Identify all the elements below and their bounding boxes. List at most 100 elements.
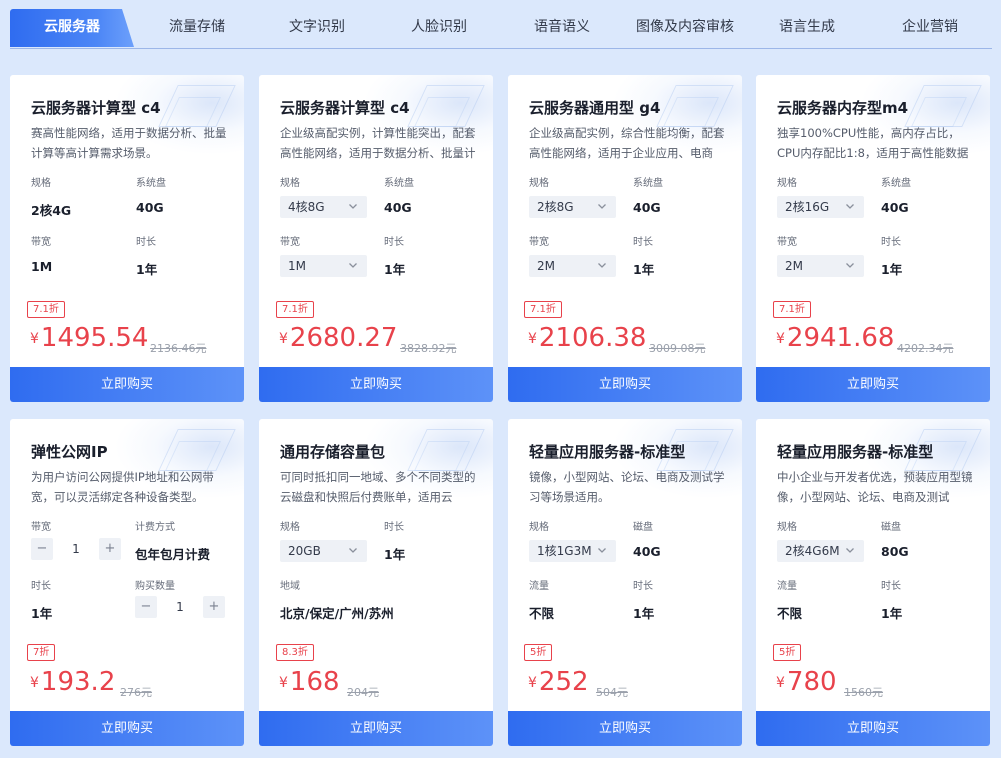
bandwidth-select-value: 1M xyxy=(288,259,306,273)
currency-symbol: ¥ xyxy=(528,331,537,347)
disk-value: 40G xyxy=(633,544,661,559)
tab-language-generation[interactable]: 语言生成 xyxy=(746,9,868,47)
buy-now-button[interactable]: 立即购买 xyxy=(259,711,493,746)
bandwidth-stepper: − 1 + xyxy=(31,538,121,560)
bandwidth-select-value: 2M xyxy=(785,259,803,273)
spec-select-value: 4核8G xyxy=(288,200,325,214)
card-description: 为用户访问公网提供IP地址和公网带宽，可以灵活绑定各种设备类型。 xyxy=(31,470,214,504)
buy-now-button[interactable]: 立即购买 xyxy=(756,367,990,402)
quantity-stepper-value[interactable]: 1 xyxy=(157,596,203,618)
tab-image-content-audit[interactable]: 图像及内容审核 xyxy=(620,9,750,47)
product-card-lightweight-1c1g3m: 轻量应用服务器-标准型 镜像，小型网站、论坛、电商及测试学习等场景适用。 规格 … xyxy=(508,419,742,746)
duration-value: 1年 xyxy=(881,262,903,277)
currency-symbol: ¥ xyxy=(776,331,785,347)
buy-now-button[interactable]: 立即购买 xyxy=(10,711,244,746)
duration-value: 1年 xyxy=(384,547,406,562)
discount-badge: 8.3折 xyxy=(276,644,314,661)
chevron-down-icon xyxy=(598,548,606,553)
tab-cloud-server[interactable]: 云服务器 xyxy=(10,9,134,47)
card-description: 企业级高配实例，计算性能突出，配套高性能网络，适用于数据分析、批量计算 xyxy=(280,126,476,160)
duration-label: 时长 xyxy=(384,522,404,533)
bandwidth-select[interactable]: 2M xyxy=(529,255,616,277)
spec-select-value: 2核8G xyxy=(537,200,574,214)
original-price: 3828.92元 xyxy=(400,342,457,355)
price: ¥2680.27 xyxy=(279,323,397,353)
bandwidth-select[interactable]: 1M xyxy=(280,255,367,277)
price-amount: 168 xyxy=(289,667,340,697)
quantity-stepper: − 1 + xyxy=(135,596,225,618)
card-title: 云服务器通用型 g4 xyxy=(529,99,661,117)
spec-select[interactable]: 2核16G xyxy=(777,196,864,218)
tab-face-recognition[interactable]: 人脸识别 xyxy=(378,9,500,47)
spec-select[interactable]: 4核8G xyxy=(280,196,367,218)
bandwidth-label: 带宽 xyxy=(777,237,797,248)
discount-badge: 7.1折 xyxy=(773,301,811,318)
buy-now-button[interactable]: 立即购买 xyxy=(508,367,742,402)
bandwidth-select-value: 2M xyxy=(537,259,555,273)
tab-speech-semantics[interactable]: 语音语义 xyxy=(501,9,623,47)
spec-label: 规格 xyxy=(529,178,549,189)
discount-badge: 7折 xyxy=(27,644,56,661)
original-price: 2136.46元 xyxy=(150,342,207,355)
currency-symbol: ¥ xyxy=(30,675,39,691)
currency-symbol: ¥ xyxy=(776,675,785,691)
traffic-value: 不限 xyxy=(529,606,555,621)
product-card-m4-2c16g: 云服务器内存型m4 独享100%CPU性能，高内存占比，CPU内存配比1:8，适… xyxy=(756,75,990,402)
spec-select-value: 1核1G3M xyxy=(537,544,592,558)
tab-text-recognition[interactable]: 文字识别 xyxy=(256,9,378,47)
duration-value: 1年 xyxy=(633,606,655,621)
bandwidth-decrement-button[interactable]: − xyxy=(31,538,53,560)
spec-label: 规格 xyxy=(31,178,51,189)
quantity-decrement-button[interactable]: − xyxy=(135,596,157,618)
discount-badge: 5折 xyxy=(773,644,802,661)
spec-select-value: 2核16G xyxy=(785,200,830,214)
spec-select[interactable]: 1核1G3M xyxy=(529,540,616,562)
price: ¥1495.54 xyxy=(30,323,148,353)
price-amount: 2680.27 xyxy=(289,323,398,353)
traffic-value: 不限 xyxy=(777,606,803,621)
region-value: 北京/保定/广州/苏州 xyxy=(280,606,394,621)
card-description: 独享100%CPU性能，高内存占比，CPU内存配比1:8，适用于高性能数据库 xyxy=(777,126,969,160)
tab-traffic-storage[interactable]: 流量存储 xyxy=(136,9,258,47)
bandwidth-increment-button[interactable]: + xyxy=(99,538,121,560)
system-disk-label: 系统盘 xyxy=(136,178,166,189)
spec-select-value: 20GB xyxy=(288,544,321,558)
card-title: 云服务器计算型 c4 xyxy=(31,99,161,117)
spec-label: 规格 xyxy=(529,522,549,533)
chevron-down-icon xyxy=(846,204,854,209)
bandwidth-select[interactable]: 2M xyxy=(777,255,864,277)
system-disk-value: 40G xyxy=(881,200,909,215)
spec-select[interactable]: 2核4G6M xyxy=(777,540,864,562)
spec-select[interactable]: 20GB xyxy=(280,540,367,562)
buy-now-button[interactable]: 立即购买 xyxy=(259,367,493,402)
spec-value: 2核4G xyxy=(31,203,72,218)
duration-label: 时长 xyxy=(633,581,653,592)
buy-now-button[interactable]: 立即购买 xyxy=(10,367,244,402)
original-price: 204元 xyxy=(347,686,379,699)
bandwidth-stepper-value[interactable]: 1 xyxy=(53,538,99,560)
discount-badge: 7.1折 xyxy=(276,301,314,318)
discount-badge: 7.1折 xyxy=(27,301,65,318)
discount-badge: 5折 xyxy=(524,644,553,661)
price: ¥252 xyxy=(528,667,589,697)
quantity-increment-button[interactable]: + xyxy=(203,596,225,618)
spec-label: 规格 xyxy=(280,178,300,189)
duration-value: 1年 xyxy=(136,262,158,277)
price-amount: 2941.68 xyxy=(786,323,895,353)
system-disk-label: 系统盘 xyxy=(384,178,414,189)
card-title: 云服务器内存型m4 xyxy=(777,99,909,117)
product-card-elastic-ip: 弹性公网IP 为用户访问公网提供IP地址和公网带宽，可以灵活绑定各种设备类型。 … xyxy=(10,419,244,746)
buy-now-button[interactable]: 立即购买 xyxy=(508,711,742,746)
spec-select[interactable]: 2核8G xyxy=(529,196,616,218)
product-card-storage-package: 通用存储容量包 可同时抵扣同一地域、多个不同类型的云磁盘和快照后付费账单，适用云… xyxy=(259,419,493,746)
card-description: 中小企业与开发者优选，预装应用型镜像，小型网站、论坛、电商及测试 xyxy=(777,470,973,504)
chevron-down-icon xyxy=(598,204,606,209)
system-disk-label: 系统盘 xyxy=(881,178,911,189)
card-title: 弹性公网IP xyxy=(31,443,108,461)
chevron-down-icon xyxy=(846,263,854,268)
original-price: 3009.08元 xyxy=(649,342,706,355)
product-card-c4-4c8g: 云服务器计算型 c4 企业级高配实例，计算性能突出，配套高性能网络，适用于数据分… xyxy=(259,75,493,402)
system-disk-label: 系统盘 xyxy=(633,178,663,189)
tab-enterprise-marketing[interactable]: 企业营销 xyxy=(869,9,991,47)
buy-now-button[interactable]: 立即购买 xyxy=(756,711,990,746)
